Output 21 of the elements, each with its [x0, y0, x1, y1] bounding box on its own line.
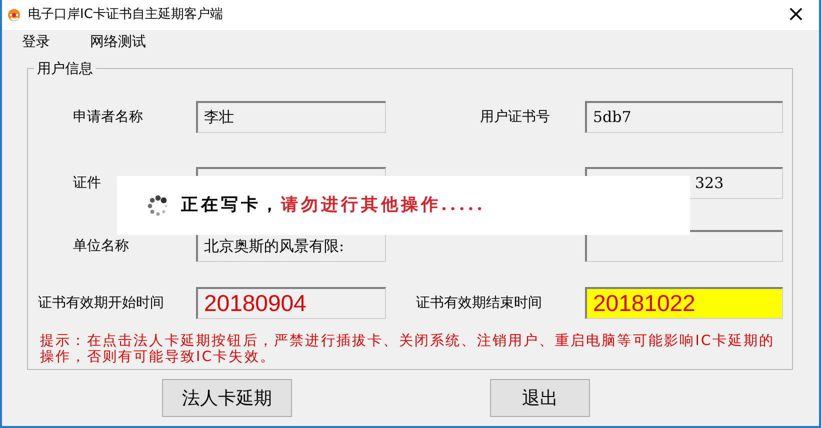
- window-title: 电子口岸IC卡证书自主延期客户端: [28, 6, 223, 24]
- warning-text: 请勿进行其他操作.....: [281, 194, 486, 217]
- field-label: 证件: [73, 174, 101, 192]
- field-label: 证书有效期结束时间: [416, 294, 542, 312]
- menu-item[interactable]: 网络测试: [90, 34, 146, 51]
- close-button[interactable]: ×: [773, 0, 819, 30]
- dialog-button[interactable]: 退出: [490, 379, 590, 417]
- field-label: 单位名称: [73, 236, 129, 256]
- text-field[interactable]: 5db7: [585, 101, 783, 133]
- field-label: 证书有效期开始时间: [38, 294, 164, 312]
- field-label: 用户证书号: [480, 108, 550, 126]
- text-field[interactable]: 20180904: [196, 287, 386, 319]
- text-field[interactable]: 20181022: [585, 287, 783, 319]
- field-label: 申请者名称: [73, 108, 143, 126]
- hint-text: 提示：在点击法人卡延期按钮后，严禁进行插拔卡、关闭系统、注销用户、重启电脑等可能影响IC卡延期的操作，否则有可能导致IC卡失效。: [39, 333, 776, 365]
- menu-item[interactable]: 登录: [22, 34, 50, 51]
- dialog-button[interactable]: 法人卡延期: [162, 379, 292, 417]
- app-icon: [7, 8, 21, 22]
- spinner-icon: [147, 194, 169, 216]
- status-text: 正在写卡，: [181, 194, 281, 217]
- text-field[interactable]: 李壮: [196, 101, 386, 133]
